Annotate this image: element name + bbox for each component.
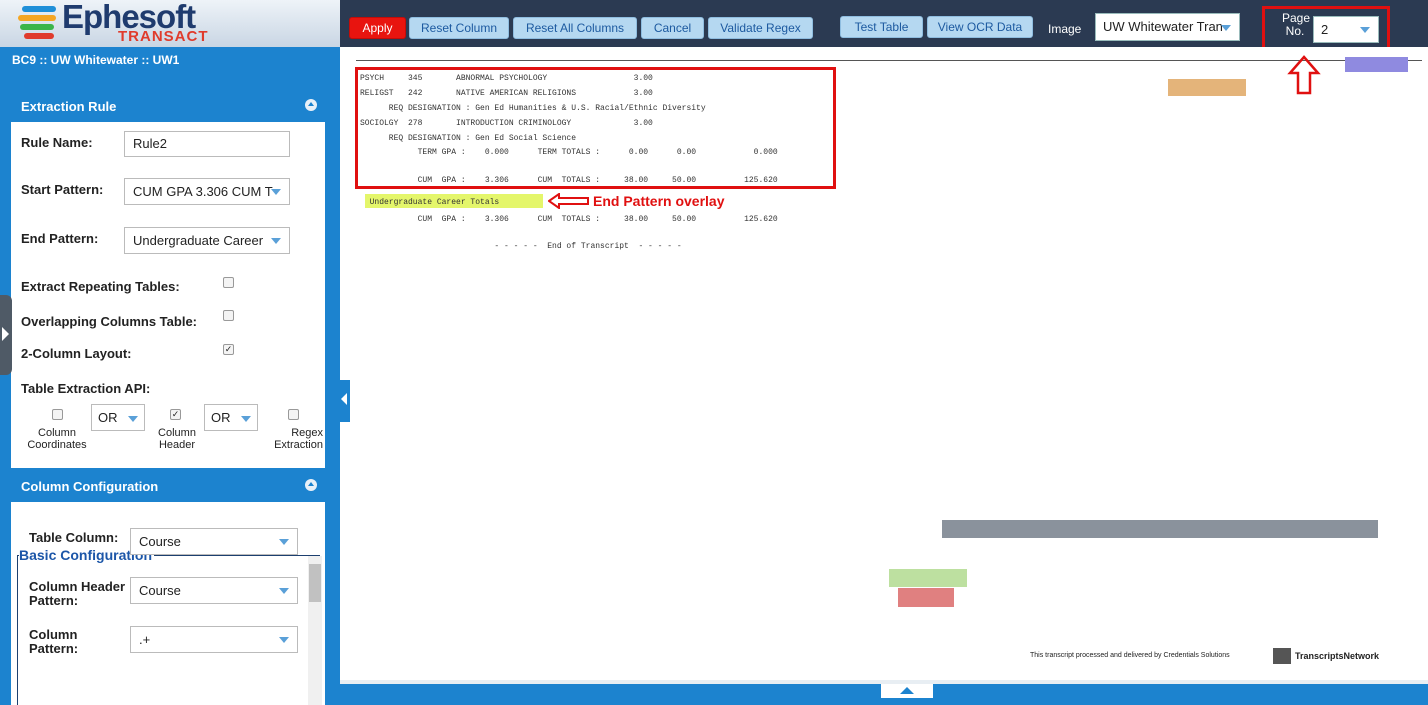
column-pattern-label: Column Pattern: bbox=[29, 627, 79, 656]
end-pattern-select[interactable]: Undergraduate Career bbox=[124, 227, 290, 254]
end-pattern-annotation: End Pattern overlay bbox=[593, 193, 725, 209]
rule-name-label: Rule Name: bbox=[21, 135, 93, 150]
table-column-label: Table Column: bbox=[29, 530, 119, 545]
extraction-rule-header[interactable]: Extraction Rule bbox=[11, 88, 325, 122]
config-panel: Extraction Rule Rule Name: Rule2 Start P… bbox=[10, 87, 326, 705]
image-select-value: UW Whitewater Tran bbox=[1103, 19, 1223, 34]
column-overlay[interactable] bbox=[889, 569, 967, 587]
transcript-line: Undergraduate Career Totals bbox=[360, 198, 500, 207]
page-no-label: Page No. bbox=[1282, 11, 1311, 38]
arrow-left-icon bbox=[548, 193, 589, 209]
repeating-tables-checkbox[interactable] bbox=[223, 277, 234, 288]
column-header-pattern-label: Column Header Pattern: bbox=[29, 579, 126, 608]
repeating-tables-label: Extract Repeating Tables: bbox=[21, 279, 180, 294]
page-select-value: 2 bbox=[1321, 22, 1329, 37]
expand-sidebar-handle[interactable] bbox=[0, 295, 12, 375]
chevron-down-icon bbox=[271, 238, 281, 244]
expand-bottom-panel-button[interactable] bbox=[881, 684, 933, 698]
sidebar: BC9 :: UW Whitewater :: UW1 Extraction R… bbox=[0, 47, 340, 705]
top-toolbar: Ephesoft TRANSACT Apply Reset Column Res… bbox=[0, 0, 1428, 50]
column-overlay[interactable] bbox=[1345, 57, 1408, 72]
column-configuration-title: Column Configuration bbox=[21, 479, 159, 494]
table-column-value: Course bbox=[139, 534, 181, 549]
test-table-button[interactable]: Test Table bbox=[840, 16, 923, 38]
operator-select-2[interactable]: OR bbox=[204, 404, 258, 431]
transcript-line: CUM GPA : 3.306 CUM TOTALS : 38.00 50.00… bbox=[360, 215, 778, 224]
logo-mark-icon bbox=[18, 6, 60, 40]
panel-scrollbar[interactable] bbox=[308, 556, 322, 705]
document-viewer: PSYCH 345 ABNORMAL PSYCHOLOGY 3.00 RELIG… bbox=[350, 47, 1428, 684]
table-extraction-api-label: Table Extraction API: bbox=[21, 381, 151, 396]
regex-extraction-checkbox[interactable] bbox=[288, 409, 299, 420]
chevron-down-icon bbox=[128, 416, 138, 422]
reset-column-button[interactable]: Reset Column bbox=[409, 17, 509, 39]
column-coordinates-checkbox[interactable] bbox=[52, 409, 63, 420]
chevron-down-icon bbox=[1221, 25, 1231, 31]
powered-by-footer: Powered by Ephesoft bbox=[108, 691, 232, 705]
page-select[interactable]: 2 bbox=[1313, 16, 1379, 43]
operator-1-value: OR bbox=[98, 410, 118, 425]
transcripts-network-brand: TranscriptsNetwork bbox=[1295, 651, 1380, 661]
validate-regex-button[interactable]: Validate Regex bbox=[708, 17, 813, 39]
operator-2-value: OR bbox=[211, 410, 231, 425]
column-overlay[interactable] bbox=[1168, 79, 1246, 96]
logo-subtitle: TRANSACT bbox=[118, 28, 209, 45]
column-pattern-value: .+ bbox=[139, 632, 151, 647]
chevron-down-icon bbox=[279, 637, 289, 643]
overlapping-columns-checkbox[interactable] bbox=[223, 310, 234, 321]
chevron-down-icon bbox=[271, 189, 281, 195]
column-overlay[interactable] bbox=[942, 520, 1378, 538]
ephesoft-logo: Ephesoft TRANSACT bbox=[0, 0, 340, 47]
column-header-pattern-select[interactable]: Course bbox=[130, 577, 298, 604]
overlapping-columns-label: Overlapping Columns Table: bbox=[21, 314, 198, 329]
apply-button[interactable]: Apply bbox=[349, 17, 406, 39]
collapse-icon[interactable] bbox=[305, 479, 317, 491]
table-column-select[interactable]: Course bbox=[130, 528, 298, 555]
start-pattern-select[interactable]: CUM GPA 3.306 CUM T bbox=[124, 178, 290, 205]
end-pattern-label: End Pattern: bbox=[21, 231, 99, 246]
breadcrumb: BC9 :: UW Whitewater :: UW1 bbox=[12, 53, 180, 67]
chevron-down-icon bbox=[279, 588, 289, 594]
cancel-button[interactable]: Cancel bbox=[641, 17, 704, 39]
column-header-checkbox[interactable]: ✓ bbox=[170, 409, 181, 420]
two-column-layout-checkbox[interactable]: ✓ bbox=[223, 344, 234, 355]
start-pattern-label: Start Pattern: bbox=[21, 182, 104, 197]
chevron-down-icon bbox=[241, 416, 251, 422]
column-overlay[interactable] bbox=[898, 588, 954, 607]
regex-extraction-label: Regex Extraction bbox=[274, 427, 323, 451]
start-pattern-overlay[interactable] bbox=[355, 67, 836, 189]
document-rule bbox=[356, 60, 1422, 61]
scrollbar-thumb[interactable] bbox=[309, 564, 321, 602]
chevron-down-icon bbox=[279, 539, 289, 545]
rule-name-input[interactable]: Rule2 bbox=[124, 131, 290, 157]
transcripts-network-logo-icon bbox=[1273, 648, 1291, 664]
reset-all-columns-button[interactable]: Reset All Columns bbox=[513, 17, 637, 39]
column-coordinates-label: Column Coordinates bbox=[27, 427, 87, 451]
start-pattern-value: CUM GPA 3.306 CUM T bbox=[133, 184, 273, 199]
chevron-down-icon bbox=[1360, 27, 1370, 33]
two-column-layout-label: 2-Column Layout: bbox=[21, 346, 132, 361]
transcript-line: - - - - - End of Transcript - - - - - bbox=[360, 242, 682, 251]
column-pattern-input[interactable]: .+ bbox=[130, 626, 298, 653]
transcript-footer: This transcript processed and delivered … bbox=[1030, 652, 1230, 659]
column-configuration-header[interactable]: Column Configuration bbox=[11, 468, 325, 502]
collapse-panel-handle[interactable] bbox=[340, 380, 350, 422]
bottom-bar bbox=[340, 684, 1428, 705]
image-select[interactable]: UW Whitewater Tran bbox=[1095, 13, 1240, 41]
operator-select-1[interactable]: OR bbox=[91, 404, 145, 431]
collapse-icon[interactable] bbox=[305, 99, 317, 111]
arrow-up-icon bbox=[1287, 55, 1321, 95]
end-pattern-value: Undergraduate Career bbox=[133, 233, 264, 248]
column-header-pattern-value: Course bbox=[139, 583, 181, 598]
extraction-rule-title: Extraction Rule bbox=[21, 99, 117, 114]
app-window: Ephesoft TRANSACT Apply Reset Column Res… bbox=[0, 0, 1428, 705]
column-header-label: Column Header bbox=[158, 427, 196, 451]
view-ocr-data-button[interactable]: View OCR Data bbox=[927, 16, 1033, 38]
image-label: Image bbox=[1048, 22, 1082, 36]
